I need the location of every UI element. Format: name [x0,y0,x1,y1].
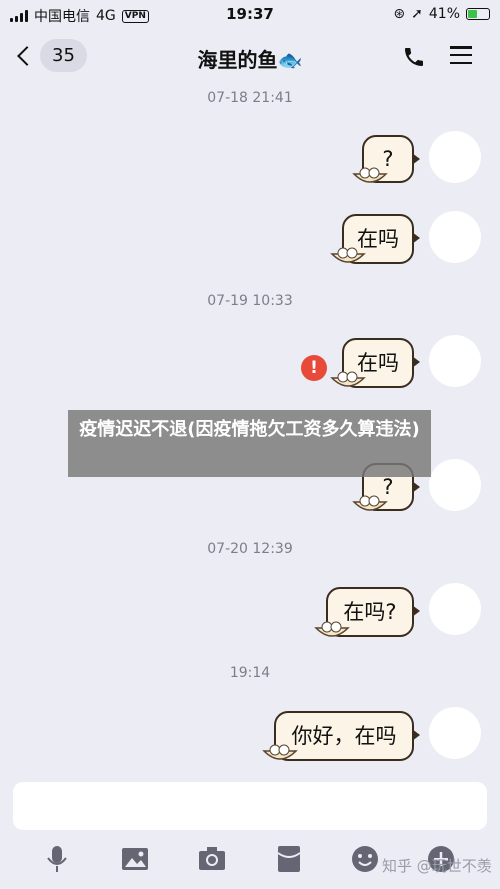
bowl-sticker-icon [352,167,388,183]
send-failed-icon[interactable]: ! [301,355,327,381]
bowl-sticker-icon [314,621,350,637]
avatar[interactable] [429,707,481,759]
status-right: ⊛ ➚ 41% [393,6,490,22]
timestamp: 07-18 21:41 [207,90,293,106]
timestamp: 07-19 10:33 [207,293,293,309]
orientation-lock-icon: ⊛ [393,6,406,22]
bowl-sticker-icon [262,744,298,760]
avatar[interactable] [429,335,481,387]
red-packet-icon[interactable] [274,844,304,874]
avatar[interactable] [429,459,481,511]
menu-icon[interactable] [450,46,472,64]
emoji-icon[interactable] [350,844,380,874]
message-input[interactable] [13,782,487,830]
bowl-sticker-icon [330,247,366,263]
bowl-sticker-icon [352,495,388,511]
location-icon: ➚ [411,6,423,22]
timestamp: 19:14 [229,665,271,681]
phone-icon[interactable] [402,45,426,75]
article-title-banner: 疫情迟迟不退(因疫情拖欠工资多久算违法) [68,410,431,477]
avatar[interactable] [429,131,481,183]
timestamp: 07-20 12:39 [207,541,293,557]
image-icon[interactable] [120,844,150,874]
avatar[interactable] [429,583,481,635]
bowl-sticker-icon [330,371,366,387]
avatar[interactable] [429,211,481,263]
battery-label: 41% [428,6,460,22]
watermark: 知乎 @玩世不羡 [382,857,492,875]
status-bar: 中国电信 4G VPN 19:37 ⊛ ➚ 41% [0,0,500,30]
microphone-icon[interactable] [42,844,72,874]
battery-icon [466,8,490,20]
chat-header: 35 海里的鱼🐟 [0,30,500,84]
camera-icon[interactable] [197,844,227,874]
